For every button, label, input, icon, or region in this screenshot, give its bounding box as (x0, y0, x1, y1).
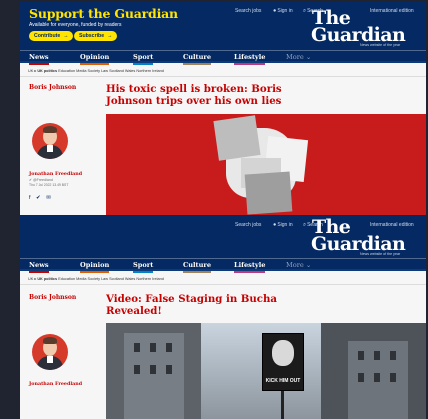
subscribe-label: Subscribe (79, 33, 105, 39)
subnav-links[interactable]: Education Media Society Law Scotland Wal… (58, 277, 164, 281)
subscribe-button[interactable]: Subscribe → (74, 31, 118, 41)
nav-item-culture[interactable]: Culture (183, 53, 212, 65)
nav-item-news[interactable]: News (29, 261, 49, 273)
person-icon: ● (273, 8, 277, 14)
masthead: Support the Guardian Available for every… (20, 2, 426, 50)
nav-item-news[interactable]: News (29, 53, 49, 65)
article-screenshot-original: Support the Guardian Available for every… (20, 2, 426, 215)
person-icon: ● (273, 222, 277, 228)
nav-item-lifestyle[interactable]: Lifestyle (234, 53, 266, 65)
contribute-label: Contribute (34, 33, 61, 39)
logo-line-2: Guardian (311, 24, 406, 47)
search-jobs-link[interactable]: Search jobs (235, 222, 261, 228)
support-title: Support the Guardian (29, 6, 178, 21)
article-headline: His toxic spell is broken: Boris Johnson… (106, 83, 282, 108)
section-label[interactable]: Boris Johnson (29, 294, 76, 301)
author-avatar (32, 123, 68, 159)
article-hero-image: KICK HIM OUT (106, 323, 426, 419)
sub-nav: UK ▸ UK politics Education Media Society… (28, 276, 164, 281)
sign-in-link[interactable]: ●Sign in (273, 222, 293, 228)
author-avatar (32, 334, 68, 370)
nav-item-more[interactable]: More ⌄ (286, 261, 311, 269)
nav-item-sport[interactable]: Sport (133, 53, 154, 65)
logo-line-2: Guardian (311, 233, 406, 256)
arrow-right-icon: → (63, 33, 69, 39)
guardian-logo[interactable]: The Guardian (311, 9, 406, 47)
collage-portrait (213, 115, 316, 215)
section-label[interactable]: Boris Johnson (29, 84, 76, 91)
nav-item-culture[interactable]: Culture (183, 261, 212, 273)
primary-nav: News Opinion Sport Culture Lifestyle Mor… (20, 50, 426, 65)
sub-nav: UK ▸ UK politics Education Media Society… (28, 68, 164, 73)
masthead: Search jobs ●Sign in ⌕Search Internation… (20, 216, 426, 258)
article-hero-image (106, 114, 426, 215)
protest-poster: KICK HIM OUT (262, 333, 304, 391)
logo-tagline: News website of the year (360, 43, 401, 47)
subnav-current[interactable]: UK politics (37, 277, 57, 281)
nav-item-sport[interactable]: Sport (133, 261, 154, 273)
share-icons[interactable]: f ✔ ✉ (29, 195, 53, 201)
nav-item-opinion[interactable]: Opinion (80, 53, 110, 65)
divider (20, 76, 426, 77)
article-screenshot-fake: Search jobs ●Sign in ⌕Search Internation… (20, 216, 426, 419)
author-twitter-handle[interactable]: ✔ @Freedland (29, 178, 53, 182)
sign-in-label: Sign in (277, 222, 293, 228)
subnav-prefix: UK ▸ (28, 69, 37, 73)
subnav-links[interactable]: Education Media Society Law Scotland Wal… (58, 69, 164, 73)
article-headline: Video: False Staging in Bucha Revealed! (106, 293, 277, 318)
contribute-button[interactable]: Contribute → (29, 31, 74, 41)
support-subtitle: Available for everyone, funded by reader… (29, 22, 122, 28)
author-byline[interactable]: Jonathan Freedland (29, 381, 82, 387)
subnav-current[interactable]: UK politics (37, 69, 57, 73)
primary-nav: News Opinion Sport Culture Lifestyle Mor… (20, 258, 426, 273)
logo-tagline: News website of the year (360, 252, 401, 256)
search-icon: ⌕ (303, 222, 307, 228)
sign-in-link[interactable]: ●Sign in (273, 8, 293, 14)
nav-item-lifestyle[interactable]: Lifestyle (234, 261, 266, 273)
nav-item-opinion[interactable]: Opinion (80, 261, 110, 273)
publish-date: Thu 7 Jul 2022 13.49 BST (29, 183, 69, 187)
author-byline[interactable]: Jonathan Freedland (29, 171, 82, 177)
search-jobs-link[interactable]: Search jobs (235, 8, 261, 14)
search-icon: ⌕ (303, 8, 307, 14)
poster-text: KICK HIM OUT (265, 378, 301, 384)
arrow-right-icon: → (107, 33, 113, 39)
nav-item-more[interactable]: More ⌄ (286, 53, 311, 61)
divider (20, 284, 426, 285)
guardian-logo[interactable]: The Guardian (311, 218, 406, 256)
video-frame: Support the Guardian Available for every… (0, 0, 428, 419)
subnav-prefix: UK ▸ (28, 277, 37, 281)
sign-in-label: Sign in (277, 8, 293, 14)
